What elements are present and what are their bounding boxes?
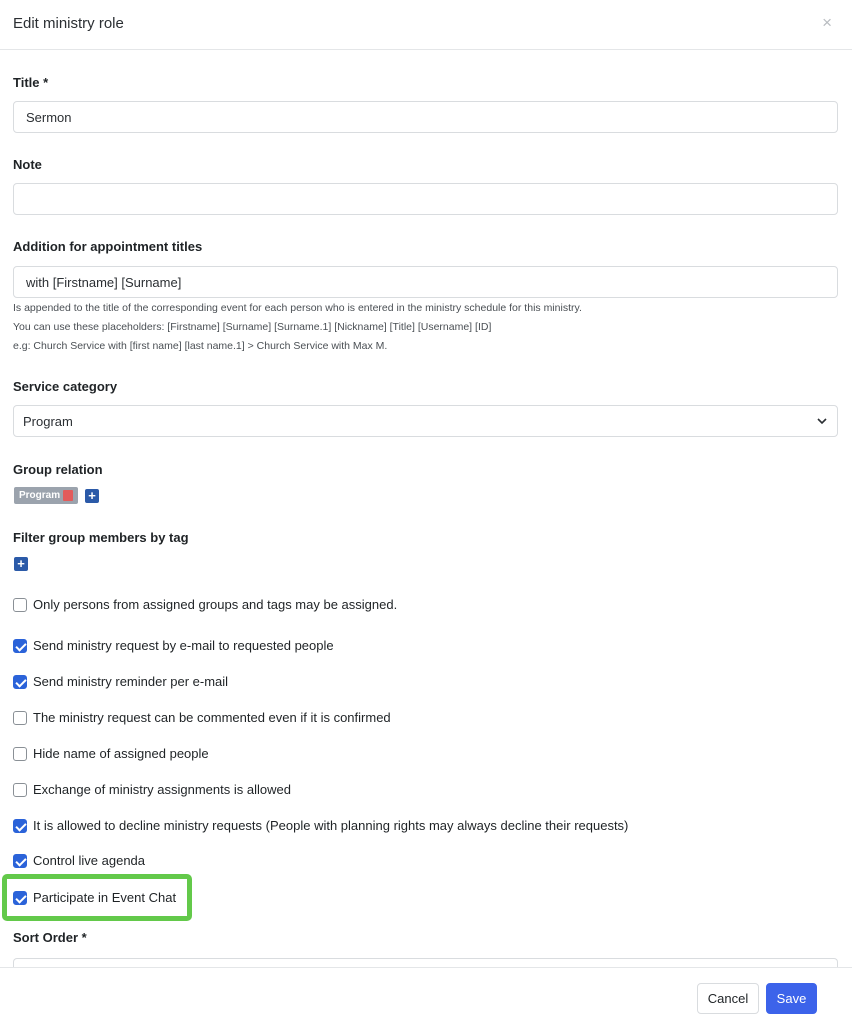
chevron-down-icon <box>817 418 827 425</box>
checkbox-send-request[interactable]: Send ministry request by e-mail to reque… <box>13 638 334 653</box>
checkbox[interactable] <box>13 890 27 905</box>
checkbox[interactable] <box>13 746 27 761</box>
save-button[interactable]: Save <box>766 983 817 1014</box>
checkbox-hide-name[interactable]: Hide name of assigned people <box>13 746 209 761</box>
checkbox[interactable] <box>13 674 27 689</box>
cancel-button[interactable]: Cancel <box>697 983 759 1014</box>
trash-icon[interactable] <box>63 490 74 501</box>
checkbox-exchange-allowed[interactable]: Exchange of ministry assignments is allo… <box>13 782 291 797</box>
checkbox-label: Control live agenda <box>33 853 146 868</box>
checkbox-label: Participate in Event Chat <box>33 890 177 905</box>
service-category-select[interactable]: Program <box>13 405 838 437</box>
dialog-title: Edit ministry role <box>13 15 124 32</box>
checkbox-label: Only persons from assigned groups and ta… <box>33 597 398 612</box>
addition-help-3: e.g: Church Service with [first name] [l… <box>13 340 388 352</box>
service-category-value: Program <box>23 413 73 429</box>
checkbox[interactable] <box>13 853 27 868</box>
checkbox-comment-confirmed[interactable]: The ministry request can be commented ev… <box>13 710 391 725</box>
checkbox-send-reminder[interactable]: Send ministry reminder per e-mail <box>13 674 228 689</box>
group-chip: Program <box>14 487 79 504</box>
checkbox-label: It is allowed to decline ministry reques… <box>33 818 629 833</box>
addition-help-1: Is appended to the title of the correspo… <box>13 302 582 314</box>
filter-tag-label: Filter group members by tag <box>13 530 189 545</box>
checkbox[interactable] <box>13 782 27 797</box>
checkbox-live-agenda[interactable]: Control live agenda <box>13 853 145 868</box>
add-tag-button[interactable]: + <box>14 557 28 571</box>
checkbox[interactable] <box>13 597 27 612</box>
addition-input[interactable]: with [Firstname] [Surname] <box>13 266 838 298</box>
checkbox-label: Send ministry reminder per e-mail <box>33 674 229 689</box>
group-relation-label: Group relation <box>13 462 103 477</box>
checkbox-label: Send ministry request by e-mail to reque… <box>33 638 334 653</box>
group-chip-label: Program <box>19 490 61 501</box>
sort-order-label: Sort Order * <box>13 930 87 945</box>
checkbox-event-chat[interactable]: Participate in Event Chat <box>13 890 176 905</box>
addition-label: Addition for appointment titles <box>13 239 203 254</box>
checkbox-only-assigned[interactable]: Only persons from assigned groups and ta… <box>13 597 397 612</box>
checkbox[interactable] <box>13 818 27 833</box>
addition-help-2: You can use these placeholders: [Firstna… <box>13 321 492 333</box>
add-group-button[interactable]: + <box>85 489 99 503</box>
dialog-header: Edit ministry role × <box>0 0 852 50</box>
checkbox-decline-allowed[interactable]: It is allowed to decline ministry reques… <box>13 818 628 833</box>
title-input[interactable]: Sermon <box>13 101 838 133</box>
checkbox[interactable] <box>13 638 27 653</box>
close-icon[interactable]: × <box>822 13 832 33</box>
dialog-footer: Cancel Save <box>0 967 852 1024</box>
service-category-label: Service category <box>13 379 118 394</box>
checkbox[interactable] <box>13 710 27 725</box>
note-input[interactable] <box>13 183 838 215</box>
checkbox-label: The ministry request can be commented ev… <box>33 710 391 725</box>
checkbox-label: Exchange of ministry assignments is allo… <box>33 782 291 797</box>
note-label: Note <box>13 157 42 172</box>
title-label: Title * <box>13 75 49 90</box>
checkbox-label: Hide name of assigned people <box>33 746 209 761</box>
